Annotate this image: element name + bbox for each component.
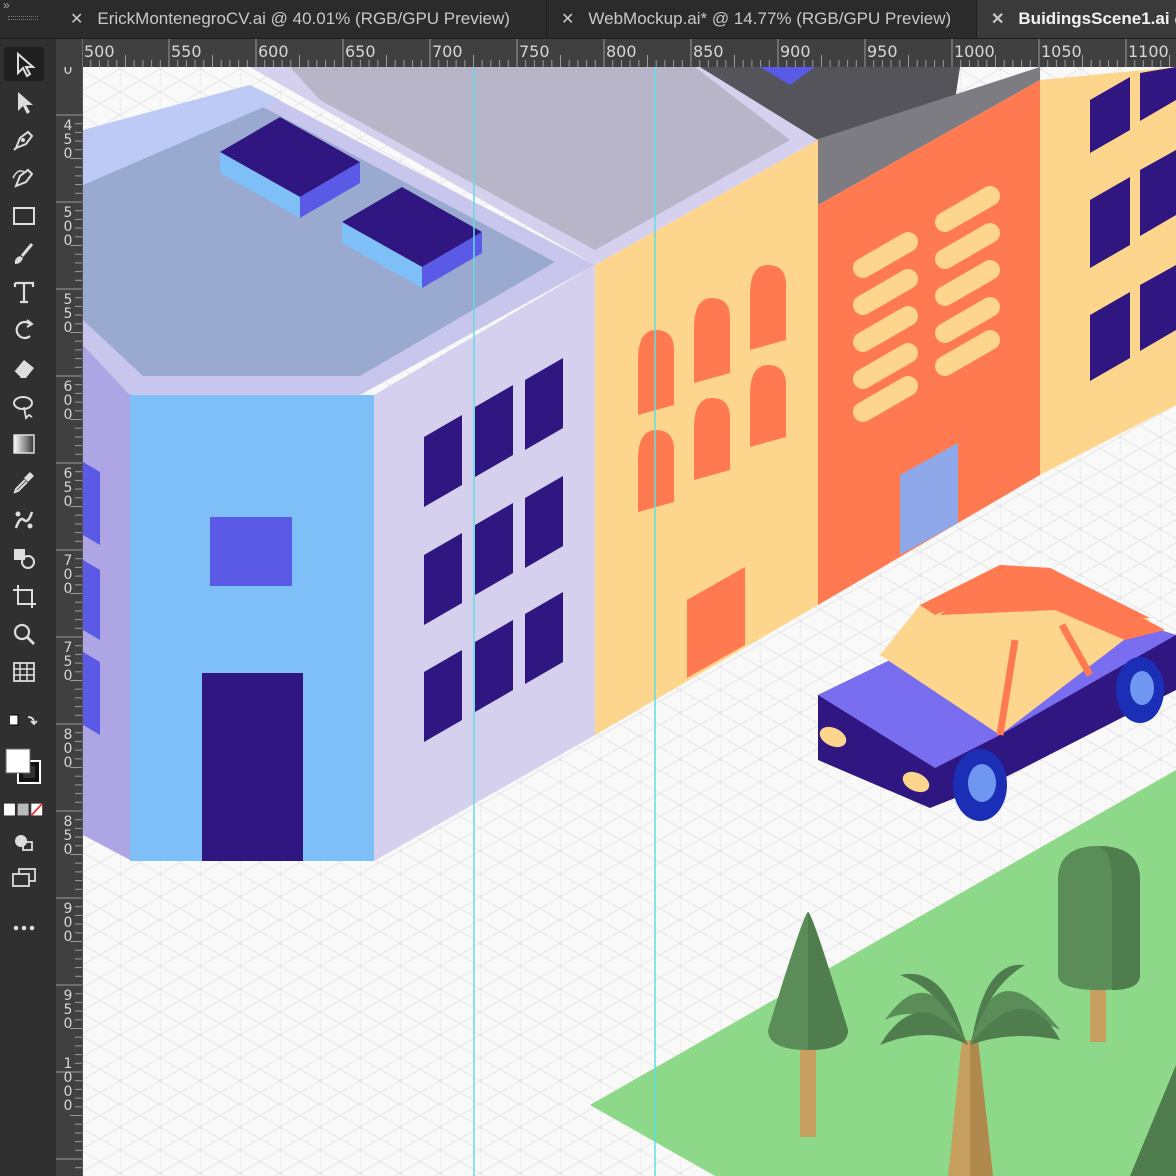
ruler-label: 500 [84, 42, 115, 61]
car-hubcap-front [968, 764, 996, 802]
tab-web-mockup[interactable]: ✕ WebMockup.ai* @ 14.77% (RGB/GPU Previe… [547, 0, 977, 38]
panel-grip[interactable] [8, 16, 38, 20]
gradient-tool[interactable] [4, 427, 44, 461]
illustration[interactable] [83, 67, 1176, 1176]
ruler-label: 650 [63, 466, 73, 510]
eyedropper-tool[interactable] [4, 465, 44, 499]
swap-fill-stroke[interactable] [4, 711, 44, 739]
ruler-label: 750 [63, 640, 73, 684]
zoom-tool[interactable] [4, 617, 44, 651]
ruler-label: 450 [63, 118, 73, 162]
screen-mode-icon [12, 868, 36, 887]
lasso-tool[interactable] [4, 389, 44, 423]
draw-modes[interactable] [4, 825, 44, 859]
type-tool[interactable] [4, 275, 44, 309]
fill-stroke-swatch[interactable] [4, 739, 44, 795]
ruler-label: 1050 [1041, 42, 1082, 61]
pen-tool[interactable] [4, 123, 44, 157]
curvature-tool-icon [12, 168, 34, 188]
chart-tool[interactable] [4, 655, 44, 689]
rotate-tool-icon [15, 319, 34, 340]
eyedropper-tool-icon [13, 472, 34, 494]
puppet-warp-tool[interactable] [4, 503, 44, 537]
ruler-label: 550 [171, 42, 202, 61]
ruler-label: 850 [693, 42, 724, 61]
ruler-label: 750 [519, 42, 550, 61]
more-tools-icon [13, 925, 35, 931]
direct-selection-tool-icon [18, 92, 33, 114]
pen-tool-icon [13, 130, 34, 151]
rotate-tool[interactable] [4, 313, 44, 347]
shape-builder-tool[interactable] [4, 541, 44, 575]
ruler-label: 700 [63, 553, 73, 597]
paintbrush-tool[interactable] [4, 237, 44, 271]
ruler-corner[interactable] [56, 39, 82, 67]
curvature-tool[interactable] [4, 161, 44, 195]
draw-modes-icon [15, 835, 33, 851]
ruler-label: 900 [780, 42, 811, 61]
close-tab-icon[interactable]: ✕ [561, 9, 574, 29]
tab-label: ErickMontenegroCV.ai @ 40.01% (RGB/GPU P… [97, 9, 510, 28]
ruler-label: 650 [345, 42, 376, 61]
shape-builder-tool-icon [14, 549, 35, 569]
vertical-ruler[interactable]: 0 450 500 550 600 650 700 750 800 850 90… [56, 67, 83, 1176]
ruler-label: 800 [63, 727, 73, 771]
close-tab-icon[interactable]: ✕ [991, 9, 1004, 29]
ruler-label: 850 [63, 814, 73, 858]
artboard-tool[interactable] [4, 579, 44, 613]
selection-tool[interactable] [4, 47, 44, 81]
lasso-selection-tool-icon [13, 396, 33, 420]
horizontal-ruler[interactable]: 500 550 600 650 700 750 800 850 900 950 … [82, 39, 1176, 68]
selection-tool-icon [17, 51, 36, 78]
tools-panel [0, 39, 57, 1176]
rectangle-tool[interactable] [4, 199, 44, 233]
document-tab-bar: » ✕ ErickMontenegroCV.ai @ 40.01% (RGB/G… [0, 0, 1176, 39]
tab-erick-cv[interactable]: ✕ ErickMontenegroCV.ai @ 40.01% (RGB/GPU… [56, 0, 547, 38]
ruler-label: 1100 [1128, 42, 1169, 61]
eraser-tool-icon [13, 360, 34, 379]
front-window[interactable] [210, 517, 292, 586]
rectangle-tool-icon [13, 207, 35, 225]
swap-fill-stroke-icon [10, 714, 38, 726]
type-tool-icon [13, 281, 35, 304]
close-tab-icon[interactable]: ✕ [70, 9, 83, 29]
ruler-label: 800 [606, 42, 637, 61]
ruler-label: 700 [432, 42, 463, 61]
color-modes[interactable] [4, 799, 44, 821]
ruler-label: 600 [63, 379, 73, 423]
tab-label: BuidingsScene1.ai @ [1018, 9, 1176, 28]
ruler-label: 1000 [954, 42, 995, 61]
double-chevron-icon[interactable]: » [3, 0, 10, 12]
eraser-tool[interactable] [4, 351, 44, 385]
ruler-label: 950 [63, 988, 73, 1032]
color-modes-icon [4, 803, 43, 817]
puppet-warp-tool-icon [14, 511, 34, 529]
car-hubcap-rear [1130, 671, 1154, 705]
direct-selection-tool[interactable] [4, 85, 44, 119]
artboard-tool-icon [13, 585, 36, 608]
ruler-label: 550 [63, 292, 73, 336]
artboard-canvas[interactable] [83, 67, 1176, 1176]
ruler-label: 1000 [63, 1056, 73, 1114]
tree-trunk [800, 1045, 816, 1137]
left-wall-windows[interactable] [83, 462, 100, 735]
front-door[interactable] [202, 673, 303, 861]
screen-mode[interactable] [4, 861, 44, 895]
ruler-label: 0 [63, 67, 73, 78]
ruler-label: 950 [867, 42, 898, 61]
ruler-label: 900 [63, 901, 73, 945]
gradient-tool-icon [13, 434, 35, 454]
paintbrush-tool-icon [14, 243, 34, 264]
more-tools[interactable] [4, 911, 44, 945]
tab-label: WebMockup.ai* @ 14.77% (RGB/GPU Preview) [588, 9, 952, 28]
tab-buildings-scene[interactable]: ✕ BuidingsScene1.ai @ [977, 0, 1176, 38]
chart-tool-icon [13, 662, 35, 682]
panel-collapse-control[interactable]: » [0, 0, 56, 38]
ruler-label: 500 [63, 205, 73, 249]
fill-stroke-swatch-icon [5, 748, 41, 784]
zoom-tool-icon [13, 623, 35, 645]
ruler-label: 600 [258, 42, 289, 61]
